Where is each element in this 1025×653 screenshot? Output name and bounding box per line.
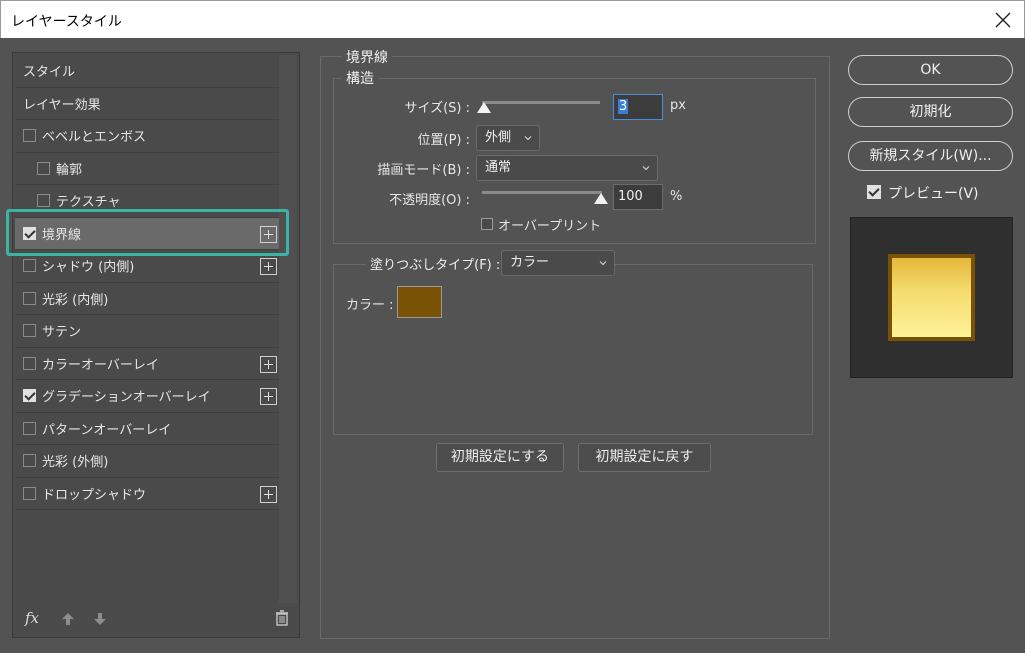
size-unit: px [670,98,686,113]
style-list-scrollbar[interactable] [279,55,297,603]
preview-label: プレビュー(V) [888,186,979,202]
size-slider-track[interactable] [482,101,600,104]
reset-button[interactable]: 初期化 [848,97,1013,127]
style-item-label: 輪郭 [56,162,83,178]
style-item-label: ベベルとエンボス [42,130,147,146]
style-item[interactable]: 境界線 [15,217,279,250]
style-item-checkbox[interactable] [23,259,36,273]
fill-type-select[interactable]: カラー [501,250,615,276]
style-item-label: パターンオーバーレイ [42,422,172,438]
blend-mode-label: 描画モード(B) : [377,163,470,178]
close-icon[interactable] [992,9,1014,31]
new-style-button[interactable]: 新規スタイル(W)... [848,141,1013,171]
style-item[interactable]: シャドウ (内側) [15,250,279,283]
style-item[interactable]: 輪郭 [15,153,279,185]
style-item[interactable]: テクスチャ [15,185,279,218]
overprint-checkbox[interactable] [481,218,493,230]
color-label: カラー : [346,298,394,313]
fill-type-label: 塗りつぶしタイプ(F) : [366,254,505,273]
style-item-checkbox[interactable] [23,291,36,305]
add-effect-icon[interactable] [260,225,277,243]
style-item[interactable]: サテン [15,315,279,348]
preview-thumbnail [888,254,975,341]
style-item-checkbox[interactable] [23,129,36,143]
position-select[interactable]: 外側 [476,125,540,151]
style-item-checkbox[interactable] [23,356,36,370]
style-item[interactable]: ベベルとエンボス [15,120,279,153]
move-up-icon[interactable] [61,611,75,627]
color-swatch[interactable] [397,286,442,318]
style-item-checkbox[interactable] [23,389,36,403]
chevron-down-icon [524,136,532,141]
opacity-unit: % [670,189,683,204]
style-list: スタイルレイヤー効果ベベルとエンボス輪郭テクスチャ境界線シャドウ (内側) 光彩 … [15,55,279,510]
reset-default-button[interactable]: 初期設定に戻す [578,443,711,472]
opacity-slider-track[interactable] [482,191,602,194]
opacity-input[interactable]: 100 [613,184,663,210]
add-effect-icon[interactable] [260,355,277,373]
position-label: 位置(P) : [417,133,471,148]
style-item-checkbox[interactable] [37,194,50,208]
style-item-label: スタイル [23,65,76,81]
overprint-label: オーバープリント [498,219,602,234]
make-default-button[interactable]: 初期設定にする [436,443,564,472]
fx-button[interactable]: fx [25,609,39,627]
style-item-label: 境界線 [42,227,82,243]
style-item[interactable]: レイヤー効果 [15,88,279,120]
style-item-checkbox[interactable] [23,226,36,240]
style-item-label: シャドウ (内側) [42,260,135,276]
style-item[interactable]: 光彩 (内側) [15,283,279,315]
style-item-label: カラーオーバーレイ [42,357,159,373]
style-item-checkbox[interactable] [23,421,36,435]
dialog-body: スタイル レイヤー効果 ベベルとエンボス 輪郭 テクスチャ 境界線 シャドウ (内側) 光彩 … [0,38,1025,653]
chevron-down-icon [599,261,607,266]
opacity-slider-thumb[interactable] [594,193,608,204]
style-item[interactable]: グラデーションオーバーレイ [15,380,279,413]
size-input[interactable]: 3 [613,94,663,120]
add-effect-icon[interactable] [260,388,277,405]
blend-mode-select[interactable]: 通常 [476,155,658,181]
style-item[interactable]: カラーオーバーレイ [15,348,279,380]
style-item-checkbox[interactable] [23,454,36,468]
style-item-label: 光彩 (外側) [42,455,109,471]
opacity-label: 不透明度(O) : [389,193,470,208]
style-item-checkbox[interactable] [23,486,36,500]
position-value: 外側 [485,130,512,145]
style-item-label: レイヤー効果 [23,97,101,113]
opacity-value: 100 [618,189,643,204]
style-item[interactable]: スタイル [15,55,279,88]
style-list-panel: スタイルレイヤー効果ベベルとエンボス輪郭テクスチャ境界線シャドウ (内側) 光彩 … [12,52,300,638]
title-bar: レイヤースタイル [0,0,1025,38]
style-item-label: テクスチャ [56,195,121,211]
style-list-footer: fx [13,603,299,637]
style-item-label: サテン [42,325,82,341]
style-item[interactable]: 光彩 (外側) [15,445,279,478]
style-item-label: グラデーションオーバーレイ [42,390,211,406]
window-title: レイヤースタイル [11,14,122,30]
size-slider-thumb[interactable] [477,102,491,113]
style-item[interactable]: パターンオーバーレイ [15,413,279,445]
size-value: 3 [618,99,629,114]
stroke-group-title: 境界線 [342,47,392,67]
structure-title: 構造 [342,68,378,88]
style-item-checkbox[interactable] [37,161,50,175]
fill-type-value: カラー [510,255,550,270]
style-item-label: 光彩 (内側) [42,292,109,308]
style-item-checkbox[interactable] [23,324,36,338]
add-effect-icon[interactable] [260,258,277,275]
move-down-icon[interactable] [93,611,107,627]
style-item-label: ドロップシャドウ [42,487,147,503]
add-effect-icon[interactable] [260,485,277,503]
size-label: サイズ(S) : [404,101,470,116]
preview-checkbox[interactable] [867,185,881,199]
preview-box [850,217,1013,378]
chevron-down-icon [642,166,650,171]
blend-mode-value: 通常 [485,160,512,175]
trash-icon[interactable] [275,610,289,626]
style-item[interactable]: ドロップシャドウ [15,478,279,510]
ok-button[interactable]: OK [848,55,1013,85]
